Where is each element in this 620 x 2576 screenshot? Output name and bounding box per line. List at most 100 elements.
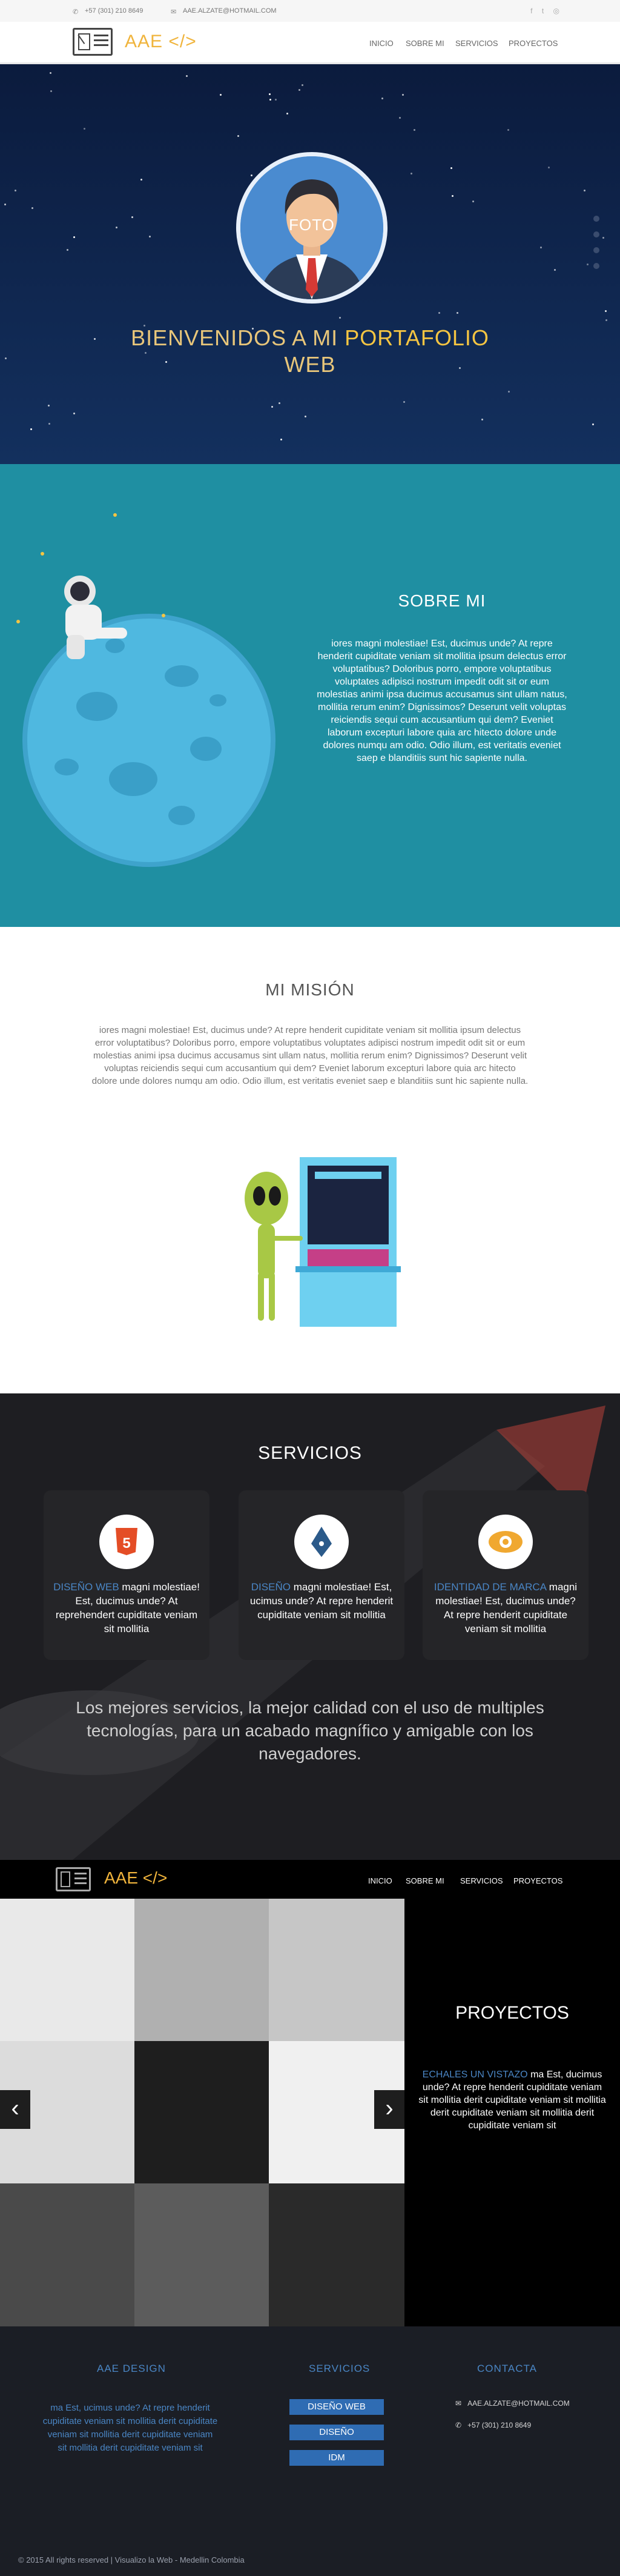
service-card-design-label: DISEÑO bbox=[251, 1581, 291, 1593]
slider-dot[interactable] bbox=[593, 263, 599, 269]
services-section: SERVICIOS 5 DISEÑO WEB magni molestiae! … bbox=[0, 1393, 620, 1860]
star bbox=[587, 264, 589, 265]
project-tile[interactable] bbox=[0, 2183, 134, 2326]
service-card-brand-label: IDENTIDAD DE MARCA bbox=[434, 1581, 547, 1593]
star bbox=[286, 113, 288, 115]
brand-name[interactable]: AAE </> bbox=[104, 1868, 167, 1888]
star bbox=[602, 237, 604, 239]
footer-about-text: ma Est, ucimus unde? At repre henderit c… bbox=[42, 2403, 218, 2453]
star bbox=[305, 416, 306, 417]
slider-dot[interactable] bbox=[593, 216, 599, 222]
star bbox=[269, 93, 271, 95]
star bbox=[4, 204, 6, 205]
pen-nib-icon bbox=[294, 1515, 349, 1569]
nav-sobre-mi[interactable]: SOBRE MI bbox=[406, 39, 444, 48]
star bbox=[186, 75, 188, 77]
star bbox=[457, 312, 458, 314]
footer-contact-title: CONTACTA bbox=[477, 2363, 537, 2374]
nav-inicio[interactable]: INICIO bbox=[369, 39, 394, 48]
star bbox=[554, 269, 556, 271]
nav-servicios[interactable]: SERVICIOS bbox=[460, 1876, 503, 1885]
nav-sobre-mi[interactable]: SOBRE MI bbox=[406, 1876, 444, 1885]
star bbox=[548, 167, 550, 168]
project-tile[interactable] bbox=[0, 1899, 134, 2041]
navbar: AAE </> INICIO SOBRE MI SERVICIOS PROYEC… bbox=[0, 22, 620, 64]
mail-icon: ✉ bbox=[171, 8, 177, 16]
star bbox=[452, 195, 453, 197]
projects-text: ECHALES UN VISTAZO ma Est, ducimus unde?… bbox=[418, 2068, 607, 2132]
star bbox=[605, 319, 607, 321]
phone-icon: ✆ bbox=[455, 2421, 462, 2429]
brand-name[interactable]: AAE </> bbox=[125, 32, 197, 52]
footer: AAE DESIGN ma Est, ucimus unde? At repre… bbox=[0, 2326, 620, 2576]
gallery-next-button[interactable]: › bbox=[374, 2090, 404, 2129]
service-card-design-text: DISEÑO magni molestiae! Est, ucimus unde… bbox=[246, 1580, 397, 1622]
star bbox=[414, 129, 415, 131]
footer-btn-idm[interactable]: IDM bbox=[289, 2450, 384, 2466]
facebook-icon[interactable]: f bbox=[530, 7, 532, 15]
star bbox=[220, 94, 222, 96]
mail-icon: ✉ bbox=[455, 2399, 462, 2408]
email-text: AAE.ALZATE@HOTMAIL.COM bbox=[183, 7, 277, 15]
star bbox=[540, 247, 542, 248]
projects-gallery bbox=[0, 1899, 404, 2326]
star bbox=[279, 402, 280, 404]
project-tile[interactable] bbox=[269, 1899, 404, 2041]
service-card-design[interactable]: DISEÑO magni molestiae! Est, ucimus unde… bbox=[239, 1490, 404, 1660]
instagram-icon[interactable]: ◎ bbox=[553, 7, 559, 15]
star bbox=[73, 413, 75, 414]
project-tile[interactable] bbox=[134, 1899, 269, 2041]
hero-section: FOTO BIENVENIDOS A MI PORTAFOLIO WEB bbox=[0, 64, 620, 464]
project-tile[interactable] bbox=[134, 2041, 269, 2183]
email-info: ✉ AAE.ALZATE@HOTMAIL.COM bbox=[171, 7, 277, 16]
slider-dot[interactable] bbox=[593, 231, 599, 237]
star bbox=[584, 190, 585, 191]
copyright: © 2015 All rights reserved | Visualizo l… bbox=[18, 2555, 245, 2564]
star bbox=[381, 98, 383, 99]
footer-email-text[interactable]: AAE.ALZATE@HOTMAIL.COM bbox=[467, 2399, 570, 2408]
logo-icon[interactable] bbox=[56, 1867, 91, 1891]
service-card-web[interactable]: 5 DISEÑO WEB magni molestiae! Est, ducim… bbox=[44, 1490, 209, 1660]
star bbox=[73, 236, 75, 238]
gallery-prev-button[interactable]: ‹ bbox=[0, 2090, 30, 2129]
about-section: SOBRE MI iores magni molestiae! Est, duc… bbox=[0, 464, 620, 927]
social-links: f t ◎ bbox=[523, 7, 559, 15]
phone-text: +57 (301) 210 8649 bbox=[85, 7, 143, 15]
avatar-label: FOTO bbox=[289, 216, 335, 234]
service-card-web-label: DISEÑO WEB bbox=[53, 1581, 119, 1593]
star bbox=[131, 216, 133, 218]
star bbox=[67, 249, 68, 251]
service-card-brand-text: IDENTIDAD DE MARCA magni molestiae! Est,… bbox=[430, 1580, 581, 1636]
projects-highlight[interactable]: ECHALES UN VISTAZO bbox=[423, 2070, 528, 2080]
project-tile[interactable] bbox=[269, 2183, 404, 2326]
star bbox=[275, 99, 277, 101]
nav-servicios[interactable]: SERVICIOS bbox=[455, 39, 498, 48]
star bbox=[592, 423, 594, 425]
project-tile[interactable] bbox=[134, 2183, 269, 2326]
mission-section: MI MISIÓN iores magni molestiae! Est, du… bbox=[0, 927, 620, 1393]
twitter-icon[interactable]: t bbox=[542, 7, 544, 15]
nav-proyectos[interactable]: PROYECTOS bbox=[509, 39, 558, 48]
footer-btn-diseno-web[interactable]: DISEÑO WEB bbox=[289, 2399, 384, 2415]
hero-title: BIENVENIDOS A MI PORTAFOLIO WEB bbox=[0, 325, 620, 378]
star bbox=[403, 401, 405, 403]
star bbox=[116, 227, 117, 228]
star bbox=[298, 89, 300, 91]
about-text: iores magni molestiae! Est, ducimus unde… bbox=[317, 639, 567, 763]
footer-phone-text[interactable]: +57 (301) 210 8649 bbox=[467, 2421, 531, 2429]
footer-btn-diseno[interactable]: DISEÑO bbox=[289, 2425, 384, 2440]
logo-icon[interactable] bbox=[73, 28, 113, 56]
about-title: SOBRE MI bbox=[398, 591, 486, 610]
nav-inicio[interactable]: INICIO bbox=[368, 1876, 392, 1885]
phone-icon: ✆ bbox=[73, 8, 79, 16]
star bbox=[280, 439, 282, 440]
service-card-brand[interactable]: IDENTIDAD DE MARCA magni molestiae! Est,… bbox=[423, 1490, 589, 1660]
services-claim: Los mejores servicios, la mejor calidad … bbox=[76, 1698, 544, 1763]
svg-text:5: 5 bbox=[122, 1535, 130, 1552]
hero-title-prefix: BIENVENIDOS A MI bbox=[131, 325, 345, 350]
slider-dot[interactable] bbox=[593, 247, 599, 253]
star bbox=[48, 405, 50, 407]
star bbox=[269, 99, 271, 101]
nav-proyectos[interactable]: PROYECTOS bbox=[513, 1876, 562, 1885]
star bbox=[50, 72, 51, 74]
